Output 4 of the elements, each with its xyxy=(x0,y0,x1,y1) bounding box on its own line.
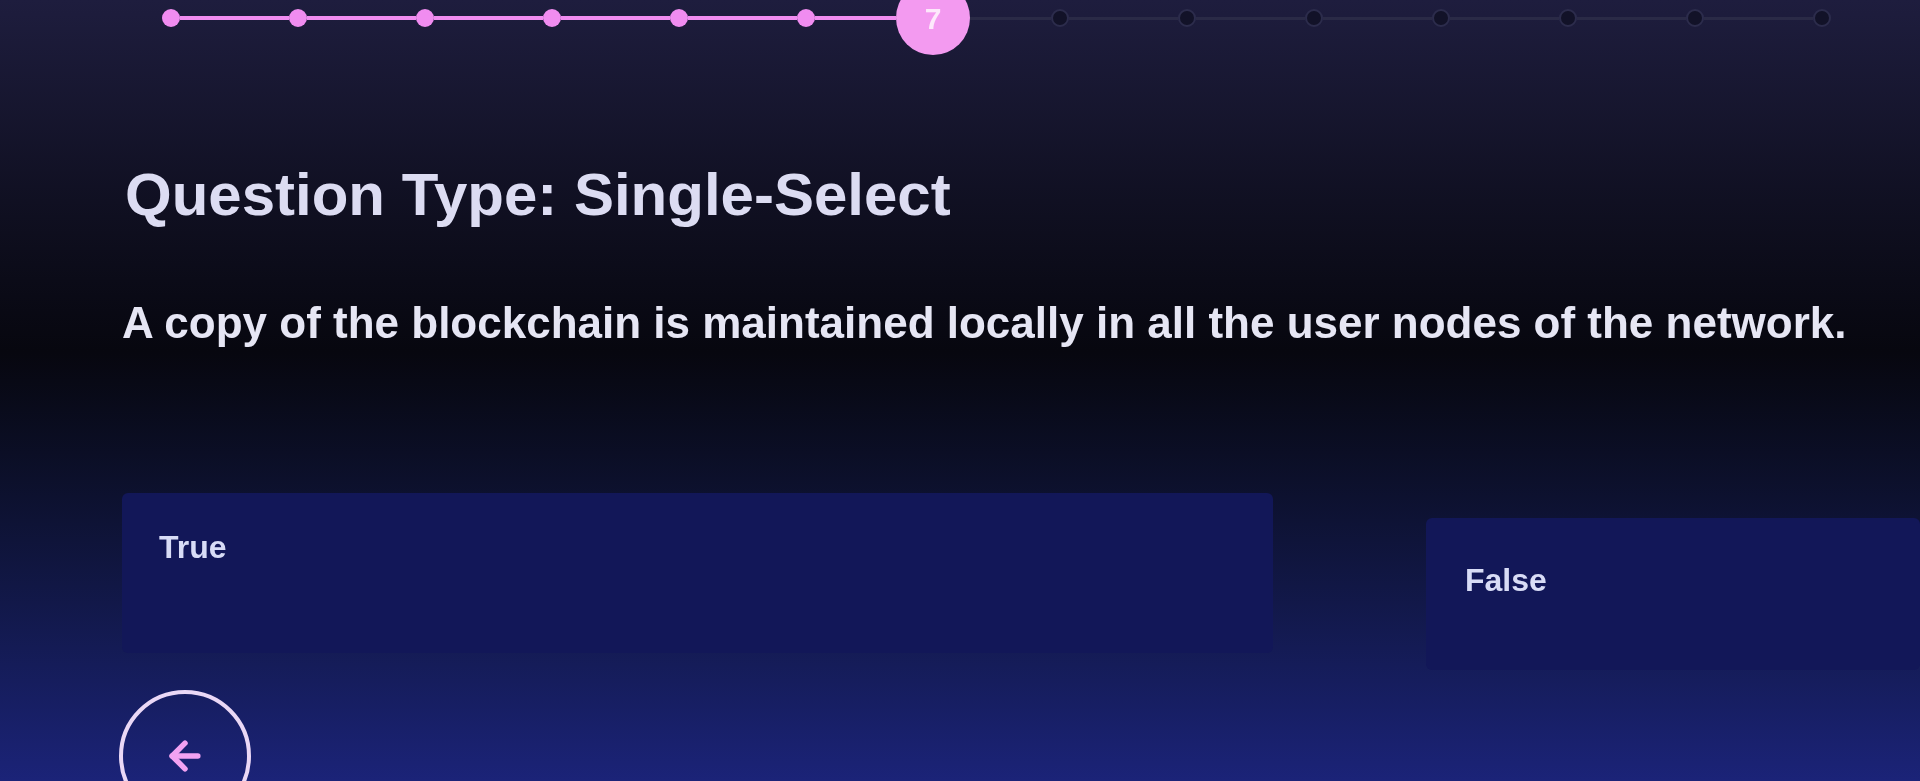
question-type-heading: Question Type: Single-Select xyxy=(125,160,952,230)
answer-option[interactable]: True xyxy=(122,492,1273,653)
question-text: A copy of the blockchain is maintained locally in all the user nodes of the network. xyxy=(122,297,1848,349)
answer-option[interactable]: False xyxy=(1426,517,1920,670)
